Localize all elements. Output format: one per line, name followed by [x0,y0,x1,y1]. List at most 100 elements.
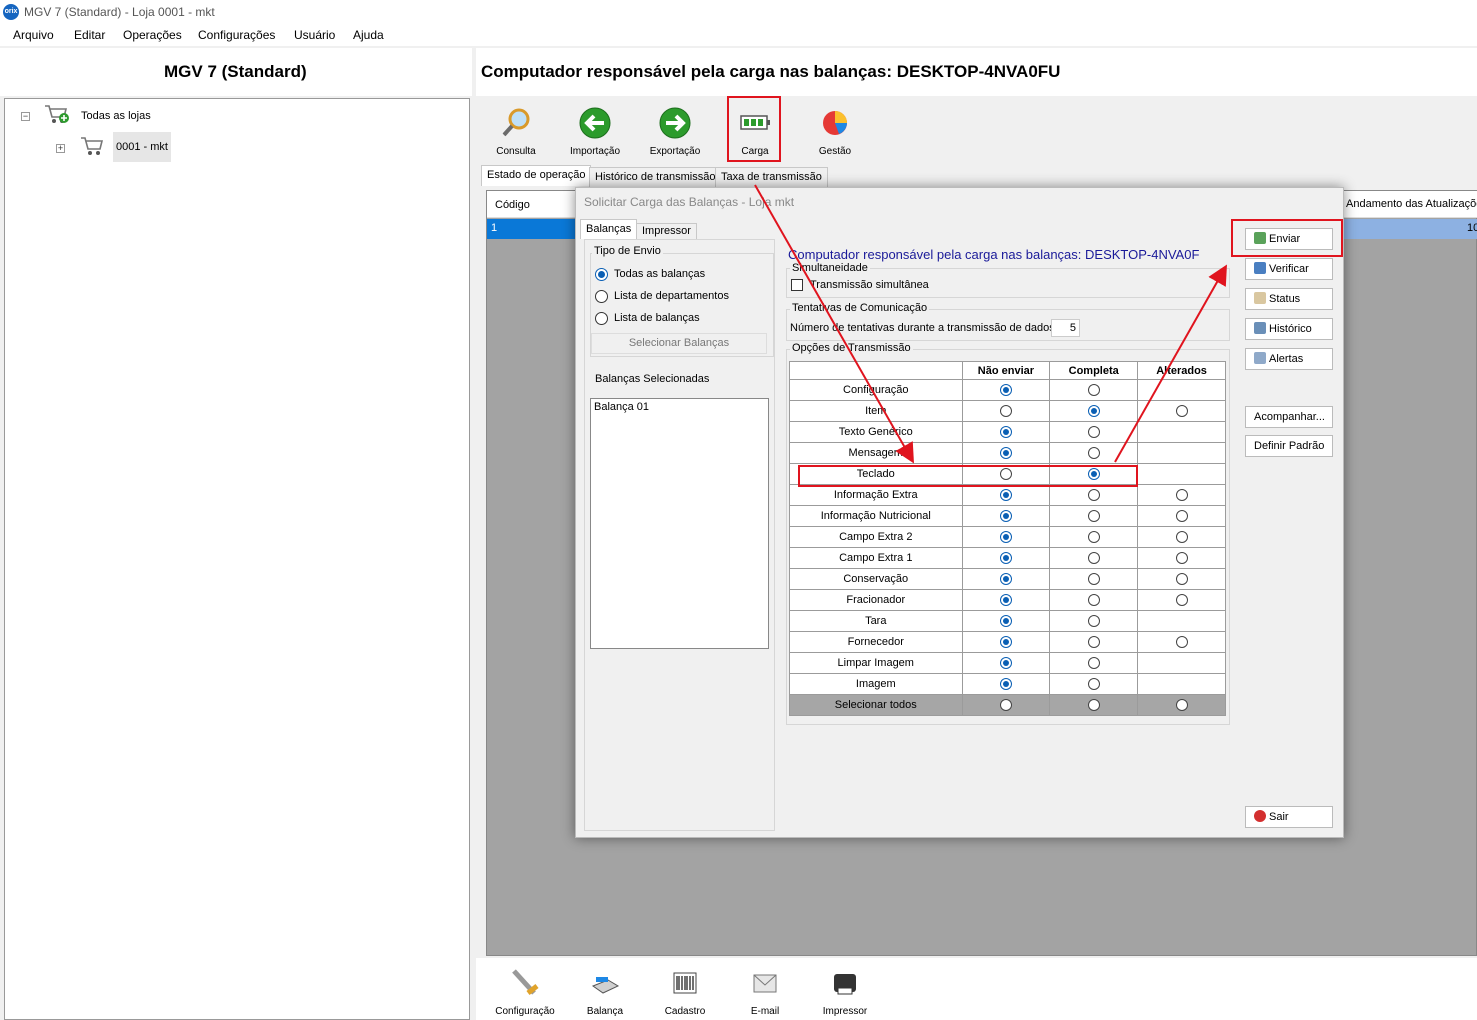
teclado-highlight [798,465,1138,487]
tab-taxa-transmissao[interactable]: Taxa de transmissão [715,167,828,187]
cadastro-button[interactable]: Cadastro [650,960,720,1020]
label-todas-balancas: Todas as balanças [614,268,706,280]
nao-enviar-radio[interactable] [999,531,1012,544]
completa-radio[interactable] [1087,426,1100,439]
tentativas-input[interactable]: 5 [1051,319,1080,337]
cadastro-label: Cadastro [664,1006,706,1017]
completa-radio[interactable] [1087,405,1100,418]
completa-radio[interactable] [1087,384,1100,397]
alterados-radio[interactable] [1175,405,1188,418]
nao-enviar-radio[interactable] [999,636,1012,649]
historico-button[interactable]: Histórico [1245,318,1333,340]
select-all-alterados-radio[interactable] [1175,699,1188,712]
completa-radio[interactable] [1087,678,1100,691]
alterados-radio[interactable] [1175,510,1188,523]
importacao-button[interactable]: Importação [560,100,630,160]
nao-enviar-radio[interactable] [999,384,1012,397]
nao-enviar-radio[interactable] [999,594,1012,607]
nao-enviar-radio[interactable] [999,678,1012,691]
menu-usuario[interactable]: Usuário [294,28,335,42]
header-nao-enviar: Não enviar [961,361,1051,380]
grid-row-selected-cell[interactable]: 1 [487,219,587,239]
nao-enviar-radio[interactable] [999,552,1012,565]
nao-enviar-radio[interactable] [999,657,1012,670]
tab-historico-transmissao[interactable]: Histórico de transmissão [589,167,722,187]
status-button[interactable]: Status [1245,288,1333,310]
sair-button[interactable]: Sair [1245,806,1333,828]
tree-item-store[interactable]: 0001 - mkt [113,132,171,162]
completa-radio[interactable] [1087,489,1100,502]
tree-item-todas-lojas[interactable]: Todas as lojas [81,110,151,122]
menu-arquivo[interactable]: Arquivo [13,28,54,42]
alterados-radio[interactable] [1175,636,1188,649]
radio-lista-balancas[interactable] [595,312,608,325]
completa-radio[interactable] [1087,657,1100,670]
completa-radio[interactable] [1087,531,1100,544]
menu-ajuda[interactable]: Ajuda [353,28,384,42]
balanca-label: Balança [586,1006,624,1017]
transmissao-simultanea-checkbox[interactable] [791,279,803,291]
menu-editar[interactable]: Editar [74,28,105,42]
option-name: Campo Extra 1 [789,547,963,569]
impressor-button[interactable]: Impressor [810,960,880,1020]
completa-radio[interactable] [1087,615,1100,628]
exit-icon [1254,810,1266,822]
balanca-button[interactable]: Balança [570,960,640,1020]
alterados-radio[interactable] [1175,489,1188,502]
completa-radio[interactable] [1087,594,1100,607]
nao-enviar-radio[interactable] [999,426,1012,439]
tree-collapse-icon[interactable]: − [21,112,30,121]
exportacao-label: Exportação [649,146,701,157]
option-cell [961,526,1051,548]
select-all-completa-radio[interactable] [1087,699,1100,712]
nao-enviar-radio[interactable] [999,489,1012,502]
configuracao-button[interactable]: Configuração [490,960,560,1020]
check-icon [1254,262,1266,274]
dialog-tab-impressor[interactable]: Impressor [636,223,697,240]
completa-radio[interactable] [1087,510,1100,523]
col-andamento[interactable]: Andamento das Atualizações [1346,198,1477,210]
alterados-radio[interactable] [1175,573,1188,586]
radio-todas-balancas[interactable] [595,268,608,281]
col-codigo[interactable]: Código [495,199,530,211]
table-row: Item [789,400,1226,422]
select-all-row: Selecionar todos [789,694,1226,716]
tree-expand-icon[interactable]: + [56,144,65,153]
table-row: Informação Extra [789,484,1226,506]
selecionar-balancas-button[interactable]: Selecionar Balanças [591,333,767,354]
selected-scales-list[interactable]: Balança 01 [590,398,769,649]
gestao-button[interactable]: Gestão [800,100,870,160]
exportacao-button[interactable]: Exportação [640,100,710,160]
nao-enviar-radio[interactable] [999,573,1012,586]
list-item[interactable]: Balança 01 [594,401,649,413]
tab-estado-operacao[interactable]: Estado de operação [481,165,592,186]
table-row: Campo Extra 2 [789,526,1226,548]
alterados-radio[interactable] [1175,594,1188,607]
acompanhar-button[interactable]: Acompanhar... [1245,406,1333,428]
alterados-radio[interactable] [1175,552,1188,565]
menu-operacoes[interactable]: Operações [123,28,182,42]
radio-lista-departamentos[interactable] [595,290,608,303]
nao-enviar-radio[interactable] [999,510,1012,523]
consulta-button[interactable]: Consulta [481,100,551,160]
table-row: Configuração [789,379,1226,401]
email-button[interactable]: E-mail [730,960,800,1020]
nao-enviar-radio[interactable] [999,405,1012,418]
sair-label: Sair [1269,811,1289,823]
carga-highlight [727,96,781,162]
alertas-button[interactable]: Alertas [1245,348,1333,370]
completa-radio[interactable] [1087,447,1100,460]
completa-radio[interactable] [1087,573,1100,586]
nao-enviar-radio[interactable] [999,615,1012,628]
completa-radio[interactable] [1087,552,1100,565]
nao-enviar-radio[interactable] [999,447,1012,460]
dialog-tab-balancas[interactable]: Balanças [580,219,638,239]
definir-padrao-button[interactable]: Definir Padrão [1245,435,1333,457]
alterados-radio[interactable] [1175,531,1188,544]
verificar-button[interactable]: Verificar [1245,258,1333,280]
option-name: Item [789,400,963,422]
menu-configuracoes[interactable]: Configurações [198,28,275,42]
option-name: Fracionador [789,589,963,611]
completa-radio[interactable] [1087,636,1100,649]
select-all-nao-enviar-radio[interactable] [999,699,1012,712]
